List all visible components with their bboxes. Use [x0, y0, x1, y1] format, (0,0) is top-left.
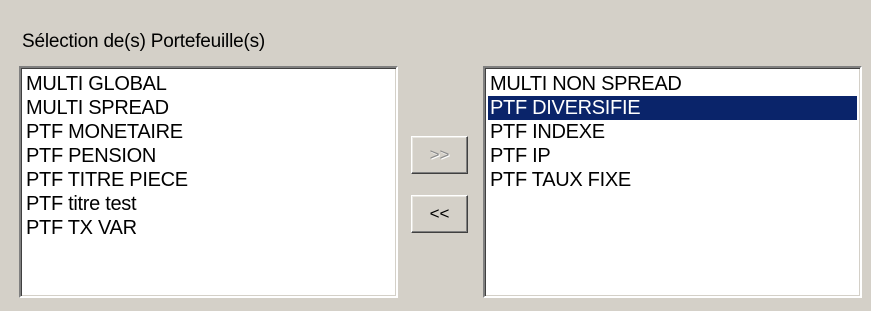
- list-item-multi-spread[interactable]: MULTI SPREAD: [24, 96, 396, 120]
- portfolio-selection-panel: Sélection de(s) Portefeuille(s) MULTI GL…: [0, 0, 871, 311]
- selected-portfolios-listbox[interactable]: MULTI NON SPREAD PTF DIVERSIFIE PTF INDE…: [483, 66, 862, 298]
- group-title: Sélection de(s) Portefeuille(s): [22, 31, 266, 52]
- list-item-ptf-indexe[interactable]: PTF INDEXE: [488, 120, 860, 144]
- list-item-ptf-monetaire[interactable]: PTF MONETAIRE: [24, 120, 396, 144]
- list-item-multi-non-spread[interactable]: MULTI NON SPREAD: [488, 72, 860, 96]
- list-item-ptf-diversifie[interactable]: PTF DIVERSIFIE: [488, 96, 857, 120]
- list-item-ptf-taux-fixe[interactable]: PTF TAUX FIXE: [488, 168, 860, 192]
- list-item-multi-global[interactable]: MULTI GLOBAL: [24, 72, 396, 96]
- available-portfolios-items: MULTI GLOBAL MULTI SPREAD PTF MONETAIRE …: [21, 68, 396, 240]
- available-portfolios-listbox[interactable]: MULTI GLOBAL MULTI SPREAD PTF MONETAIRE …: [19, 66, 398, 298]
- list-item-ptf-ip[interactable]: PTF IP: [488, 144, 860, 168]
- list-item-ptf-titre-test[interactable]: PTF titre test: [24, 192, 396, 216]
- list-item-ptf-titre-piece[interactable]: PTF TITRE PIECE: [24, 168, 396, 192]
- list-item-ptf-tx-var[interactable]: PTF TX VAR: [24, 216, 396, 240]
- list-item-ptf-pension[interactable]: PTF PENSION: [24, 144, 396, 168]
- selected-portfolios-items: MULTI NON SPREAD PTF DIVERSIFIE PTF INDE…: [485, 68, 860, 192]
- remove-from-selection-button[interactable]: <<: [411, 195, 468, 233]
- add-to-selection-button[interactable]: >>: [411, 136, 468, 174]
